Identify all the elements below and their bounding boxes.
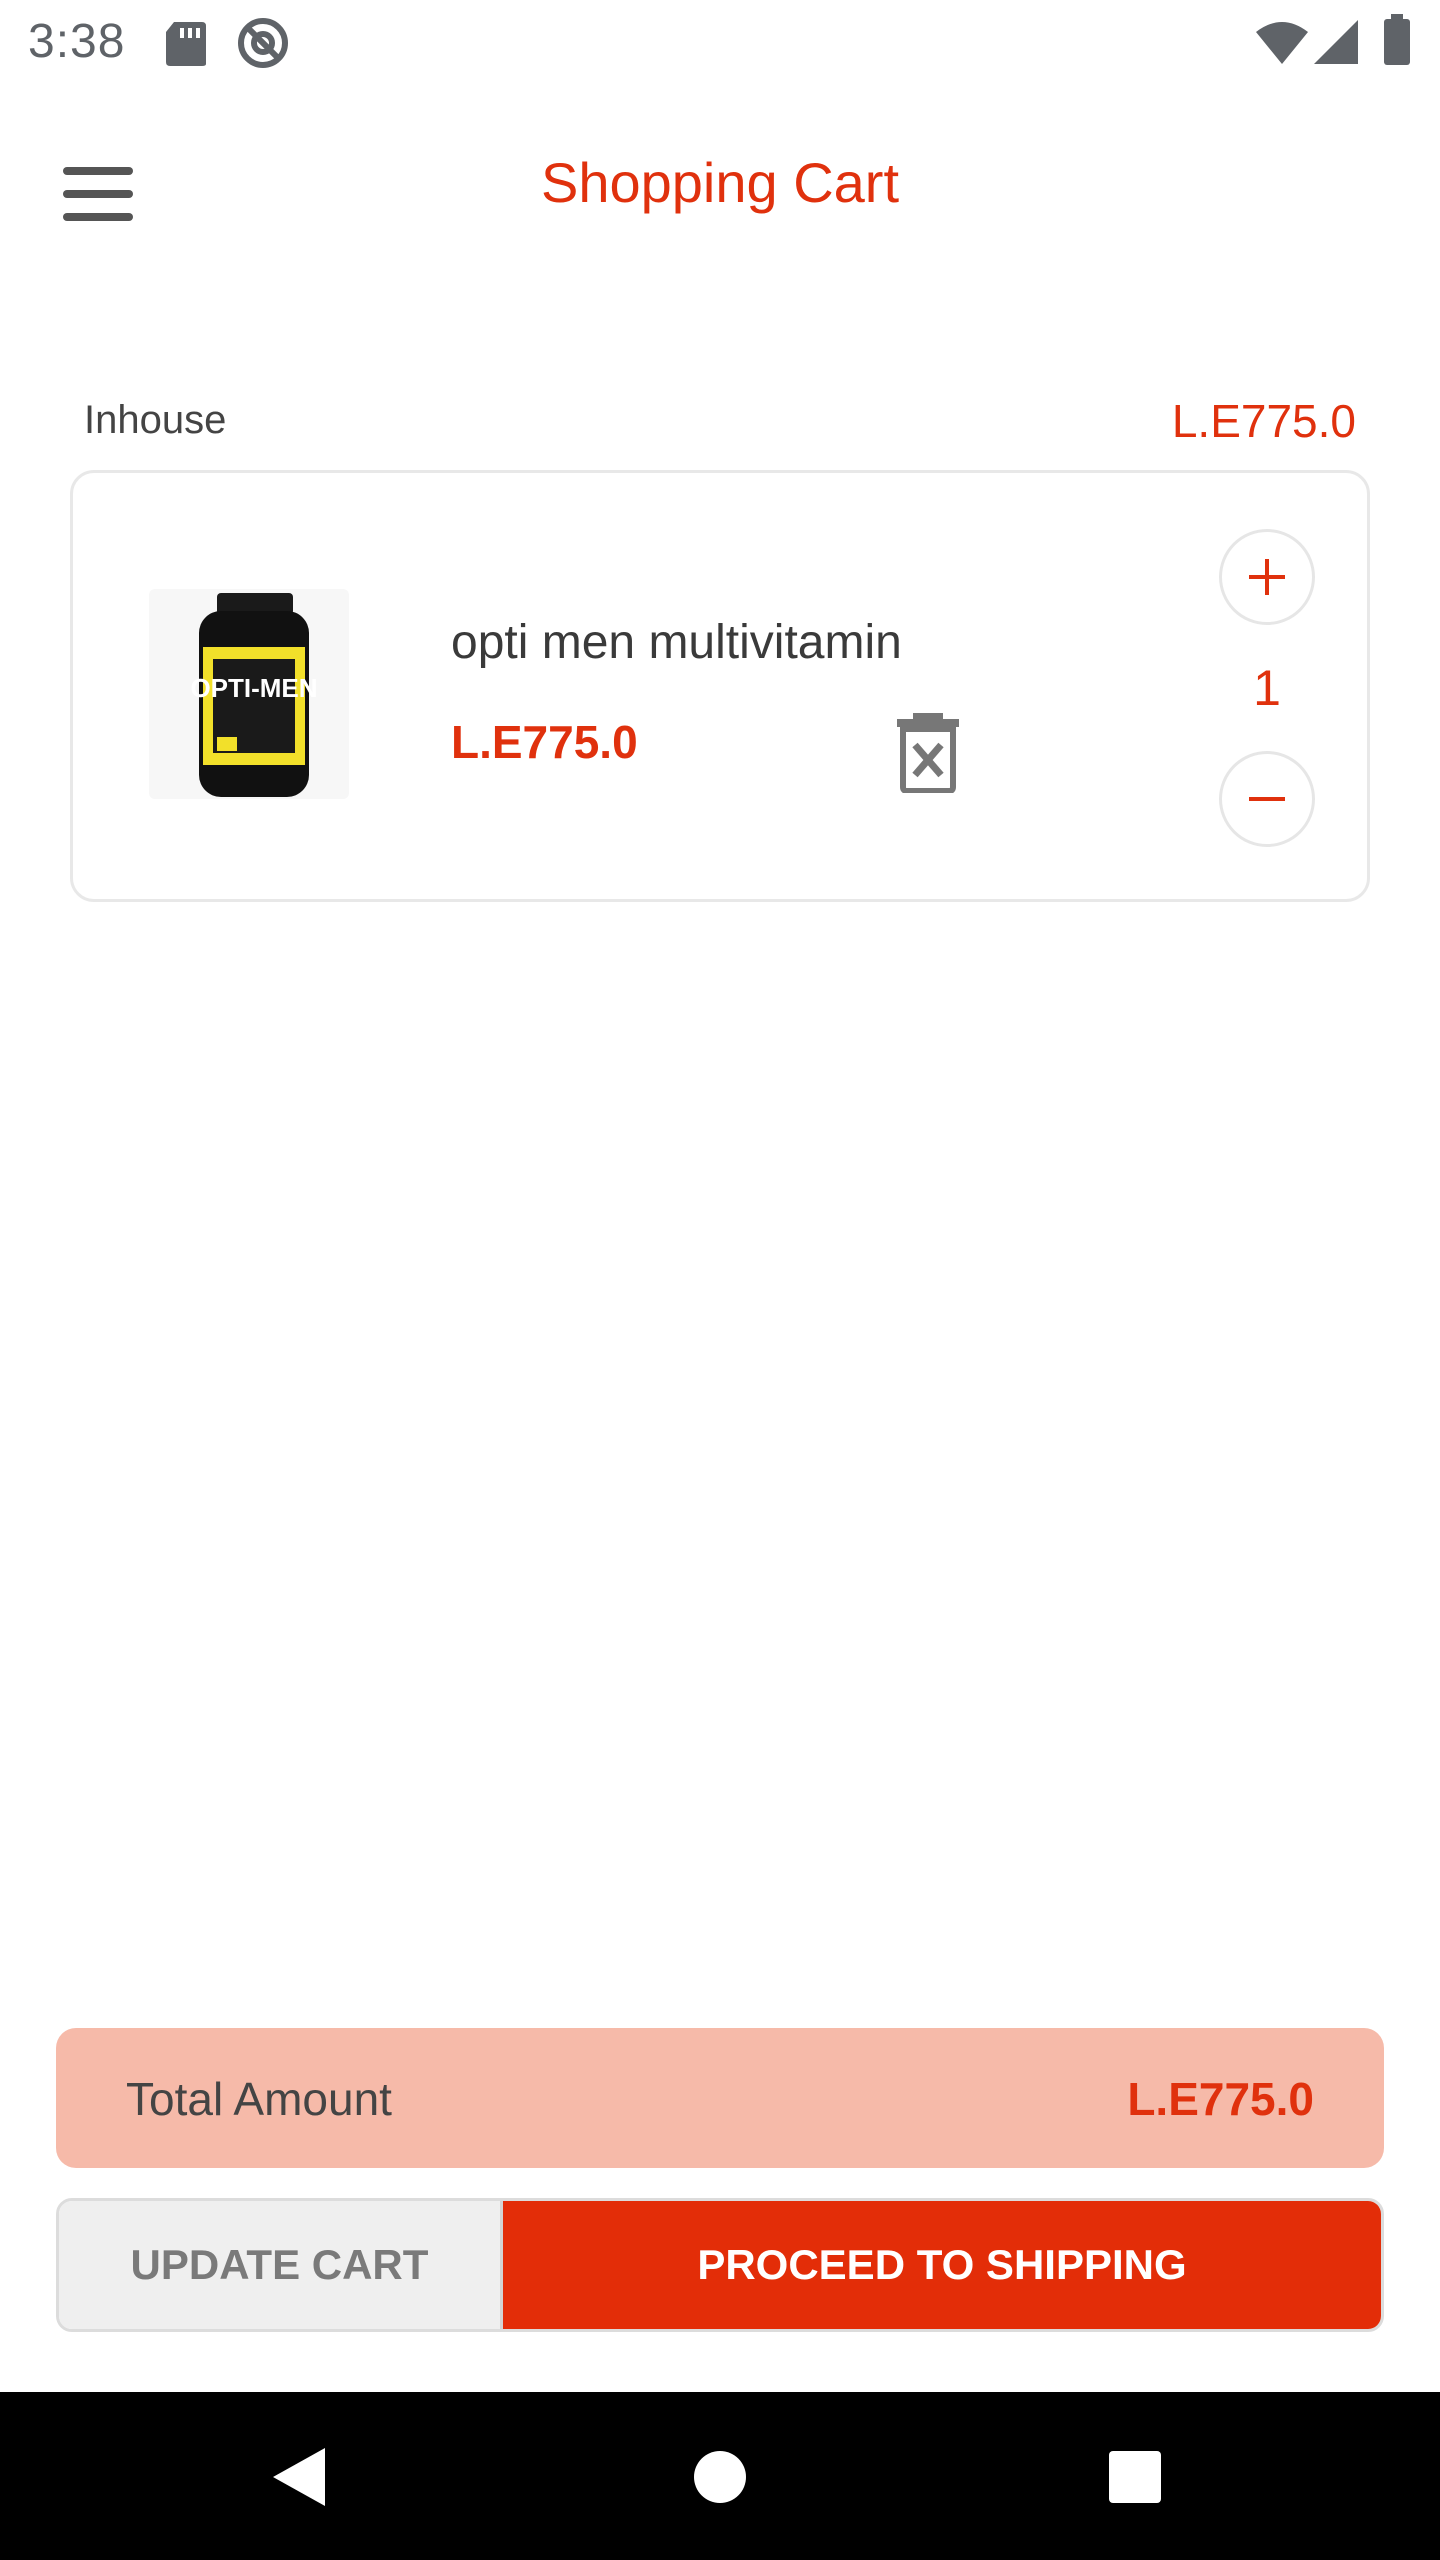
total-amount-bar: Total Amount L.E775.0: [56, 2028, 1384, 2168]
decrease-quantity-button[interactable]: [1219, 751, 1315, 847]
total-amount-label: Total Amount: [126, 2073, 392, 2125]
sd-card-icon: [164, 20, 208, 73]
app-bar: Shopping Cart: [0, 84, 1440, 284]
proceed-to-shipping-button[interactable]: PROCEED TO SHIPPING: [503, 2201, 1381, 2329]
cart-item-card: OPTI-MEN opti men multivitamin L.E775.0 …: [70, 470, 1370, 902]
total-amount-value: L.E775.0: [1127, 2073, 1314, 2125]
product-image-label: OPTI-MEN: [190, 673, 317, 703]
page-title: Shopping Cart: [540, 151, 899, 214]
cart-actions: UPDATE CART PROCEED TO SHIPPING: [56, 2198, 1384, 2332]
product-image[interactable]: OPTI-MEN: [149, 589, 349, 799]
at-sign-icon: [236, 16, 290, 75]
seller-name: Inhouse: [84, 398, 227, 442]
signal-icon: [1312, 18, 1360, 71]
wifi-icon: [1254, 20, 1310, 71]
increase-quantity-button[interactable]: [1219, 529, 1315, 625]
system-nav-bar: [0, 2392, 1440, 2560]
battery-icon: [1382, 14, 1412, 71]
quantity-value: 1: [1253, 660, 1281, 716]
minus-icon: [1249, 797, 1285, 801]
status-time: 3:38: [28, 15, 126, 68]
seller-total: L.E775.0: [1171, 395, 1356, 447]
status-bar: 3:38: [0, 0, 1440, 84]
update-cart-button[interactable]: UPDATE CART: [59, 2201, 503, 2329]
recents-icon[interactable]: [1090, 2432, 1180, 2522]
home-icon[interactable]: [675, 2432, 765, 2522]
plus-icon: [1249, 559, 1285, 595]
trash-icon: [897, 713, 959, 794]
back-icon[interactable]: [254, 2432, 344, 2522]
product-name: opti men multivitamin: [451, 616, 902, 669]
product-price: L.E775.0: [451, 716, 638, 768]
delete-item-button[interactable]: [893, 713, 963, 794]
